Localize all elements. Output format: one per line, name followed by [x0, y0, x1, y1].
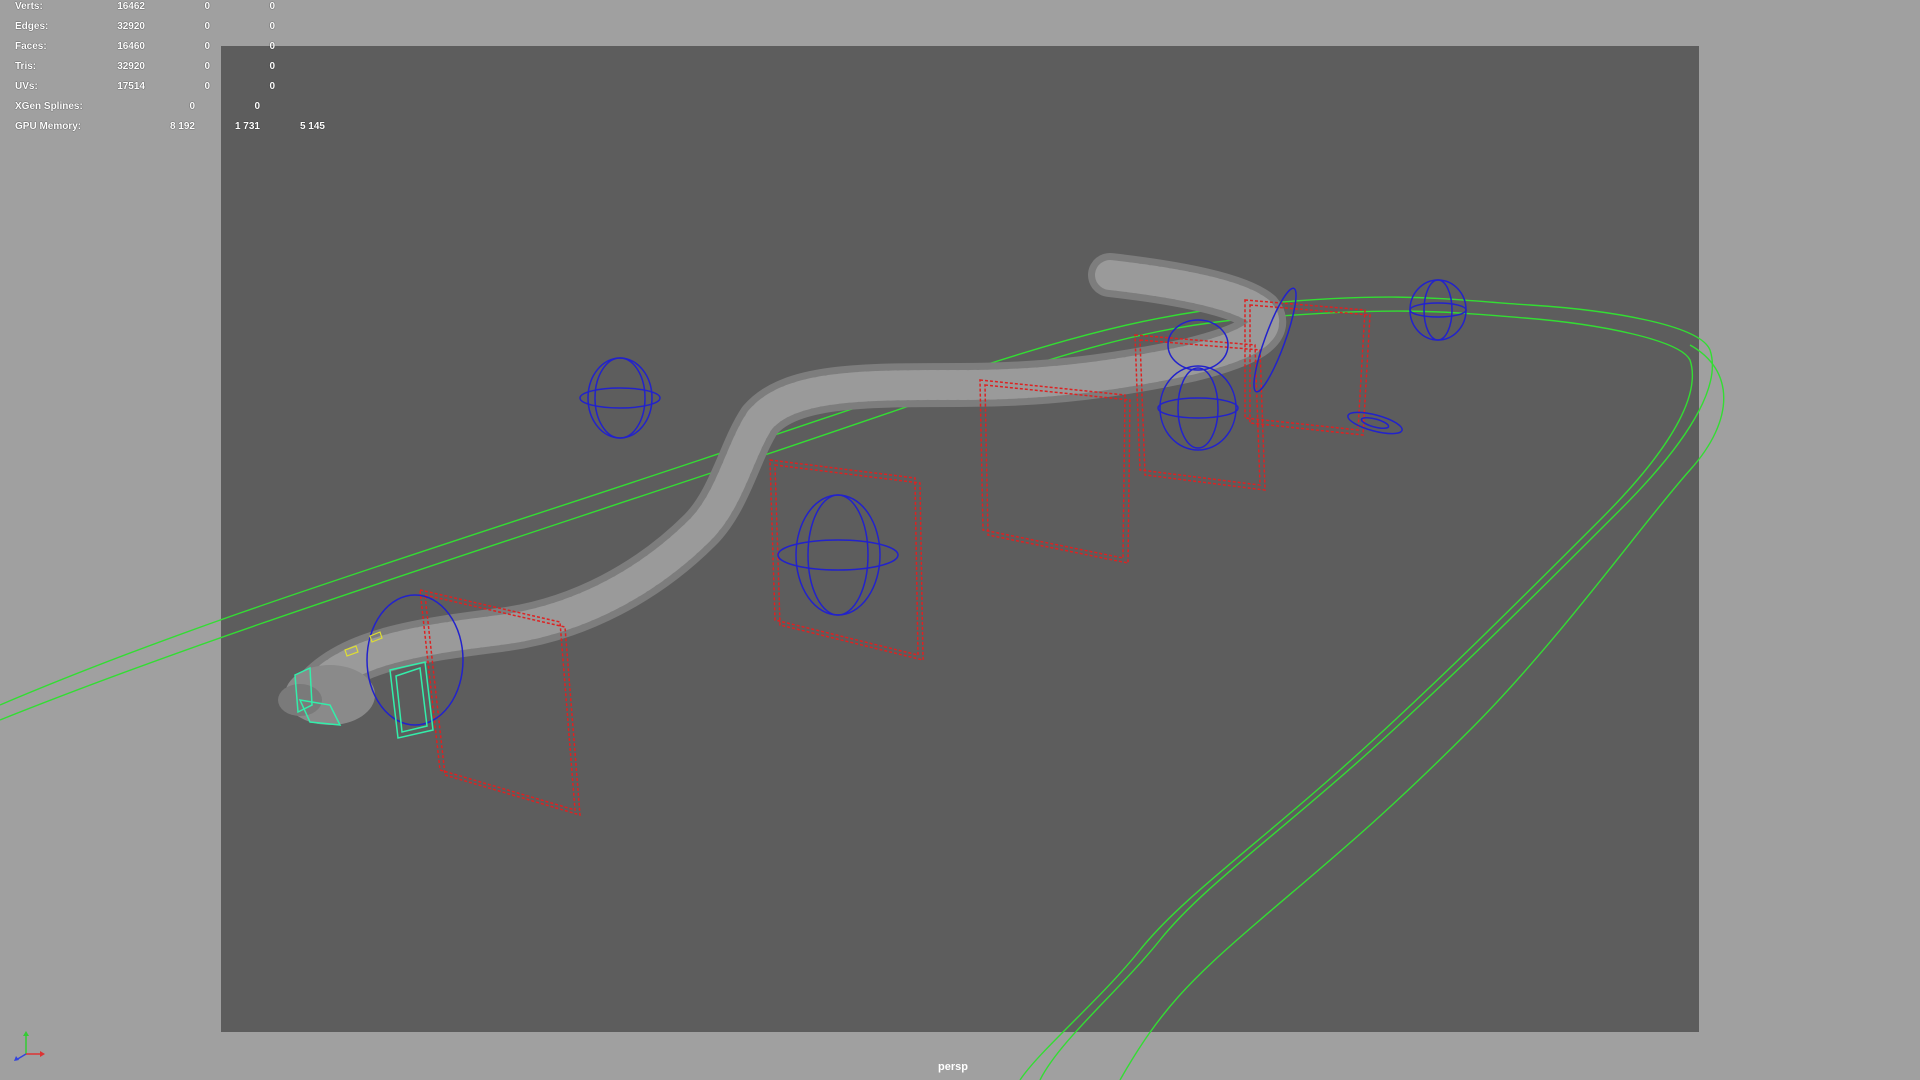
hud-value: 0	[204, 61, 210, 72]
hud-value: 8 192	[169, 121, 195, 132]
hud-row-tris: Tris: 32920 0 0	[15, 60, 335, 74]
hud-label: Faces:	[15, 41, 47, 52]
hud-value: 17514	[117, 81, 145, 92]
hud-value: 0	[269, 1, 275, 12]
hud-row-xgen-splines: XGen Splines: 0 0	[15, 100, 335, 114]
scene-canvas[interactable]	[0, 0, 1920, 1080]
maya-viewport[interactable]: Verts: 16462 0 0 Edges: 32920 0 0 Faces:…	[0, 0, 1920, 1080]
pivot-controls[interactable]	[366, 279, 1467, 726]
motion-path-curve[interactable]	[0, 296, 1714, 1080]
hud-label: XGen Splines:	[15, 101, 83, 112]
motion-path-outer[interactable]	[1119, 344, 1725, 1080]
hud-value: 0	[269, 21, 275, 32]
hud-value: 0	[204, 21, 210, 32]
hud-value: 0	[204, 41, 210, 52]
hud-value: 16460	[117, 41, 145, 52]
hud-value: 0	[269, 81, 275, 92]
hud-label: Tris:	[15, 61, 37, 72]
hud-value: 5 145	[299, 121, 325, 132]
camera-name-label: persp	[938, 1061, 968, 1073]
hud-label: Edges:	[15, 21, 49, 32]
hud-value: 0	[189, 101, 195, 112]
hud-value: 0	[254, 101, 260, 112]
hud-row-edges: Edges: 32920 0 0	[15, 20, 335, 34]
hud-value: 32920	[117, 21, 145, 32]
hud-row-uvs: UVs: 17514 0 0	[15, 80, 335, 94]
hud-row-verts: Verts: 16462 0 0	[15, 0, 335, 14]
hud-value: 0	[204, 81, 210, 92]
heads-up-display: Verts: 16462 0 0 Edges: 32920 0 0 Faces:…	[0, 0, 340, 140]
hud-value: 32920	[117, 61, 145, 72]
hud-value: 0	[204, 1, 210, 12]
hud-label: GPU Memory:	[15, 121, 82, 132]
hud-value: 0	[269, 61, 275, 72]
hud-label: Verts:	[15, 1, 43, 12]
hud-value: 16462	[117, 1, 145, 12]
axis-gizmo-icon	[14, 1031, 45, 1061]
hud-label: UVs:	[15, 81, 38, 92]
hud-row-gpu-memory: GPU Memory: 8 192 1 731 5 145	[15, 120, 335, 134]
hud-row-faces: Faces: 16460 0 0	[15, 40, 335, 54]
hud-value: 1 731	[234, 121, 260, 132]
hud-value: 0	[269, 41, 275, 52]
